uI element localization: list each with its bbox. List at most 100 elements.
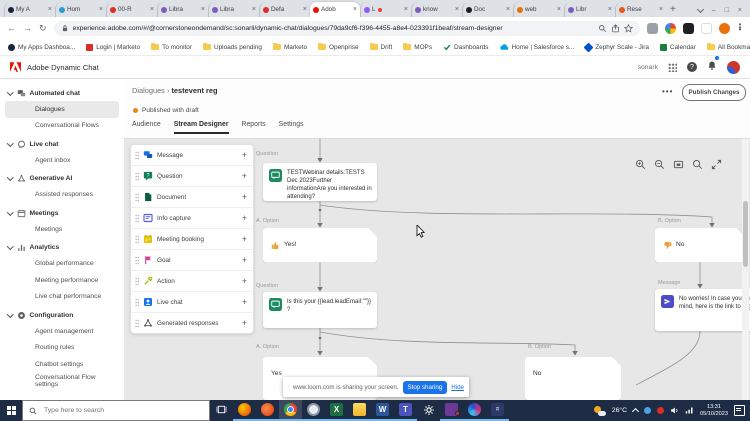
add-node-button[interactable]: +: [242, 318, 247, 328]
browser-tab-active[interactable]: Adob ×: [310, 2, 360, 17]
add-node-button[interactable]: +: [242, 171, 247, 181]
sidebar-item-live-chat-performance[interactable]: Live chat performance: [5, 289, 119, 306]
canvas-scrollbar[interactable]: [742, 139, 749, 400]
palette-item-message[interactable]: Message +: [131, 145, 253, 166]
question-node[interactable]: TESTWebinar details:TESTS Dec 2023Furthe…: [263, 163, 377, 201]
tray-chevron-up-icon[interactable]: [631, 407, 640, 416]
extension-icon[interactable]: [665, 22, 676, 34]
add-node-button[interactable]: +: [242, 234, 247, 244]
all-bookmarks-button[interactable]: All Bookmarks: [706, 42, 750, 51]
tab-close-icon[interactable]: ×: [99, 6, 103, 13]
drag-handle-icon[interactable]: [135, 171, 139, 181]
bookmark-folder[interactable]: Marketo: [272, 42, 307, 51]
fit-to-screen-icon[interactable]: [673, 159, 684, 170]
publish-changes-button[interactable]: Publish Changes: [682, 84, 746, 101]
extension-icon[interactable]: [701, 22, 712, 34]
taskbar-search[interactable]: [22, 400, 210, 421]
sidebar-section-live-chat[interactable]: Live chat: [0, 136, 124, 152]
drag-handle-icon[interactable]: [135, 318, 139, 328]
palette-item-info-capture[interactable]: Info capture +: [131, 208, 253, 229]
taskbar-app-obs[interactable]: [302, 400, 325, 421]
drag-handle-icon[interactable]: [135, 213, 139, 223]
tab-close-icon[interactable]: ×: [303, 6, 307, 13]
tab-settings[interactable]: Settings: [279, 121, 304, 134]
taskbar-app-chrome[interactable]: [279, 400, 302, 421]
taskbar-search-input[interactable]: [42, 406, 196, 415]
sidebar-section-configuration[interactable]: Configuration: [0, 307, 124, 323]
bookmark-folder[interactable]: To monitor: [151, 42, 192, 51]
tab-close-icon[interactable]: ×: [557, 6, 561, 13]
browser-tab[interactable]: Hom ×: [55, 2, 106, 17]
chrome-profile-avatar[interactable]: [719, 22, 730, 34]
tab-close-icon[interactable]: ×: [506, 6, 510, 13]
palette-item-action[interactable]: Action +: [131, 271, 253, 292]
extension-icon[interactable]: [647, 22, 658, 34]
tab-audience[interactable]: Audience: [132, 121, 161, 134]
sidebar-item-meetings[interactable]: Meetings: [5, 221, 119, 238]
bookmark-star-icon[interactable]: [624, 23, 633, 33]
notifications-bell-icon[interactable]: [707, 56, 719, 76]
browser-tab[interactable]: Libr ×: [564, 2, 615, 17]
message-node[interactable]: No worries! In case you change your mind…: [655, 289, 750, 331]
tray-app-icon[interactable]: [644, 407, 651, 414]
sidebar-item-conversational-flows[interactable]: Conversational Flows: [5, 118, 119, 135]
tab-close-icon[interactable]: ×: [353, 6, 357, 13]
sidebar-item-global-performance[interactable]: Global performance: [5, 256, 119, 273]
share-icon[interactable]: [611, 23, 620, 33]
bookmark-item[interactable]: Home | Salesforce s...: [499, 44, 574, 51]
drag-handle-icon[interactable]: [135, 192, 139, 202]
tab-close-icon[interactable]: ×: [608, 6, 612, 13]
add-node-button[interactable]: +: [242, 297, 247, 307]
tab-stream-designer[interactable]: Stream Designer: [173, 121, 229, 134]
browser-tab[interactable]: know ×: [411, 2, 462, 17]
tab-close-icon[interactable]: ×: [252, 6, 256, 13]
sidebar-item-agent-management[interactable]: Agent management: [5, 323, 119, 340]
sidebar-section-automated-chat[interactable]: Automated chat: [0, 85, 124, 101]
add-node-button[interactable]: +: [242, 276, 247, 286]
taskbar-app-calculator[interactable]: =: [486, 400, 509, 421]
bookmark-item[interactable]: Login | Marketo: [86, 43, 140, 51]
add-node-button[interactable]: +: [242, 150, 247, 160]
weather-icon[interactable]: [593, 405, 606, 416]
window-maximize-button[interactable]: □: [725, 7, 729, 14]
browser-tab[interactable]: Doc ×: [462, 2, 513, 17]
window-minimize-button[interactable]: –: [712, 7, 716, 14]
zoom-in-icon[interactable]: [635, 159, 646, 170]
palette-item-live-chat[interactable]: Live chat +: [131, 292, 253, 313]
browser-tab[interactable]: Libra ×: [208, 2, 259, 17]
window-close-button[interactable]: ×: [738, 7, 742, 14]
stop-sharing-button[interactable]: Stop sharing: [402, 380, 448, 394]
browser-tab[interactable]: web ×: [513, 2, 564, 17]
add-node-button[interactable]: +: [242, 192, 247, 202]
tab-close-icon[interactable]: ×: [404, 6, 408, 13]
taskbar-app-teams[interactable]: T: [394, 400, 417, 421]
sidebar-section-analytics[interactable]: Analytics: [0, 240, 124, 256]
bookmark-folder[interactable]: Uploads pending: [202, 42, 262, 51]
palette-item-goal[interactable]: Goal +: [131, 250, 253, 271]
sidebar-item-conversational-flow-settings[interactable]: Conversational Flow settings: [5, 373, 119, 390]
start-button[interactable]: [0, 400, 22, 421]
volume-icon[interactable]: [670, 406, 679, 415]
tab-close-icon[interactable]: ×: [659, 6, 663, 13]
new-tab-button[interactable]: +: [670, 4, 676, 15]
tab-close-icon[interactable]: ×: [201, 6, 205, 13]
bookmark-item[interactable]: Zephyr Scale - Jira: [583, 42, 649, 52]
sidebar-item-meeting-performance[interactable]: Meeting performance: [5, 272, 119, 289]
tray-app-icon[interactable]: [657, 407, 664, 414]
drag-handle-icon[interactable]: [135, 297, 139, 307]
bookmark-folder[interactable]: Openprise: [318, 42, 359, 51]
chrome-menu-icon[interactable]: • • •: [737, 20, 743, 34]
hide-share-bar-link[interactable]: Hide: [451, 384, 464, 391]
browser-tab[interactable]: Libra ×: [157, 2, 208, 17]
more-actions-button[interactable]: •••: [662, 87, 673, 96]
search-canvas-icon[interactable]: [692, 159, 703, 170]
drag-handle-icon[interactable]: [135, 234, 139, 244]
question-node[interactable]: Is this your {{lead.leadEmail:""}} ?: [263, 292, 377, 328]
drag-handle-icon[interactable]: [135, 150, 139, 160]
expand-icon[interactable]: [711, 159, 722, 170]
user-avatar[interactable]: [727, 60, 740, 74]
taskbar-app-notifier[interactable]: [440, 400, 463, 421]
reload-icon[interactable]: ↻: [39, 23, 47, 33]
task-view-button[interactable]: [210, 400, 233, 421]
sidebar-item-dialogues[interactable]: Dialogues: [5, 101, 119, 118]
